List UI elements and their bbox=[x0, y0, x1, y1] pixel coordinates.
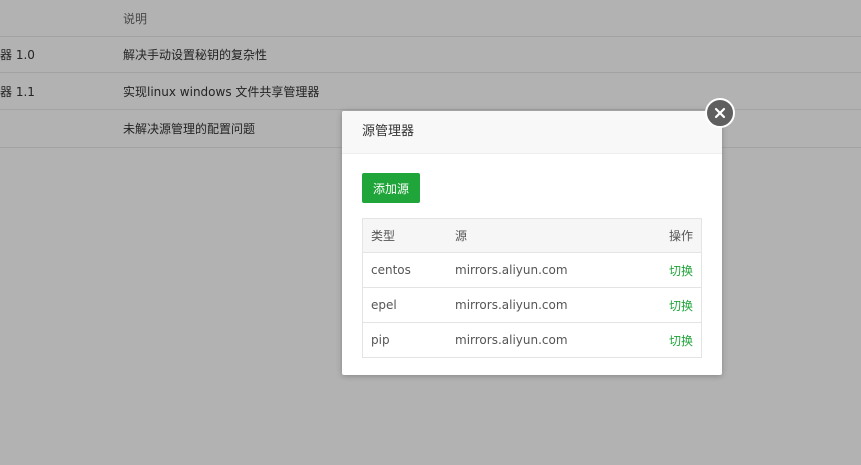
row-type: pip bbox=[371, 333, 390, 347]
close-icon bbox=[714, 107, 726, 119]
header-action: 操作 bbox=[668, 229, 693, 243]
add-source-button[interactable]: 添加源 bbox=[362, 173, 420, 203]
row-source: mirrors.aliyun.com bbox=[455, 298, 568, 312]
row-source: mirrors.aliyun.com bbox=[455, 263, 568, 277]
source-table: 类型 源 操作 centos mirrors.aliyun.com 切换 epe… bbox=[362, 218, 702, 358]
switch-link[interactable]: 切换 bbox=[669, 323, 693, 357]
switch-link[interactable]: 切换 bbox=[669, 288, 693, 322]
close-button[interactable] bbox=[705, 98, 735, 128]
row-type: epel bbox=[371, 298, 397, 312]
row-source: mirrors.aliyun.com bbox=[455, 333, 568, 347]
dialog-title: 源管理器 bbox=[362, 124, 415, 139]
table-row: pip mirrors.aliyun.com 切换 bbox=[363, 322, 701, 357]
source-table-header: 类型 源 操作 bbox=[363, 219, 701, 252]
table-row: epel mirrors.aliyun.com 切换 bbox=[363, 287, 701, 322]
row-type: centos bbox=[371, 263, 411, 277]
source-manager-dialog: 源管理器 添加源 类型 源 操作 centos mirrors.aliyun.c… bbox=[342, 98, 735, 375]
switch-link[interactable]: 切换 bbox=[669, 253, 693, 287]
header-source: 源 bbox=[455, 229, 468, 243]
dialog-header: 源管理器 bbox=[342, 111, 722, 154]
header-type: 类型 bbox=[371, 229, 396, 243]
table-row: centos mirrors.aliyun.com 切换 bbox=[363, 252, 701, 287]
